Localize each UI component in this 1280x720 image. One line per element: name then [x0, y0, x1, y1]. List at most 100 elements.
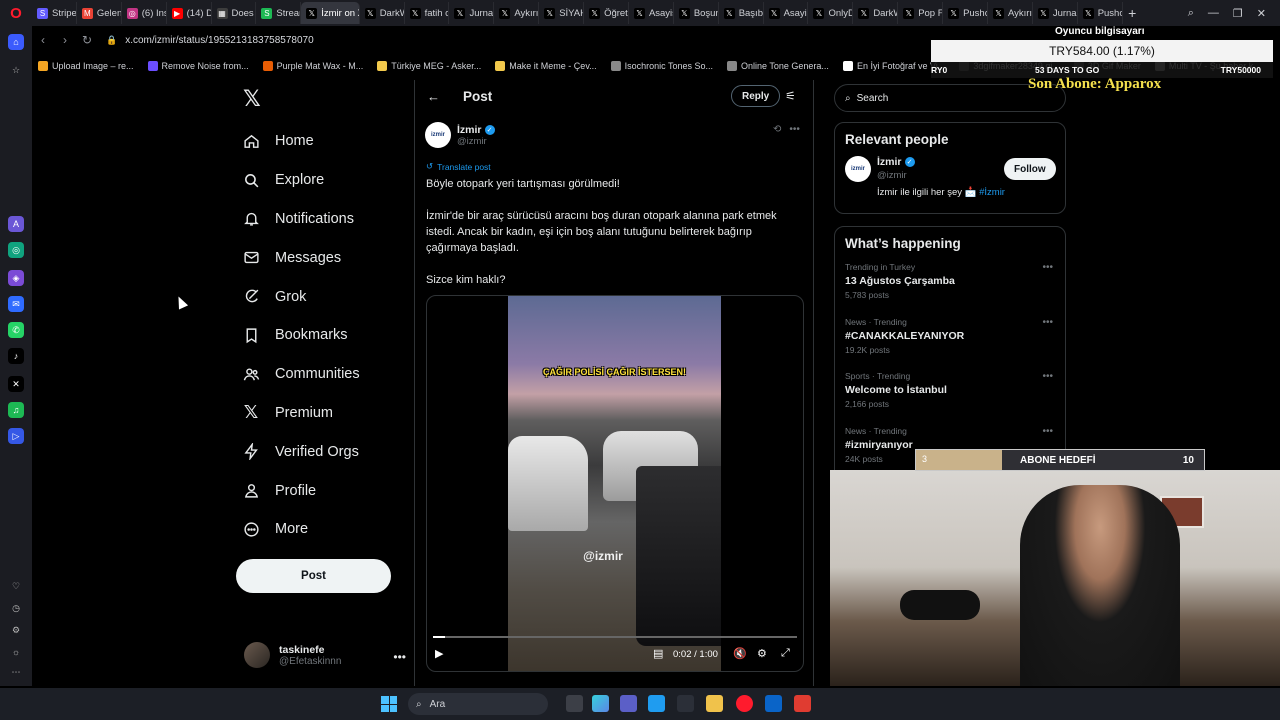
back-icon[interactable]: ‹	[32, 33, 54, 47]
heart-icon[interactable]: ♡	[8, 578, 24, 594]
browser-tab[interactable]: ◎ (6) Ins	[122, 2, 167, 24]
bookmark-item[interactable]: Remove Noise from...	[142, 61, 255, 71]
edge-icon[interactable]	[648, 695, 665, 712]
home-icon[interactable]: ⌂	[8, 34, 24, 50]
browser-tab[interactable]: ▶ (14) D	[167, 2, 212, 24]
file-explorer-icon[interactable]	[706, 695, 723, 712]
star-icon[interactable]: ☆	[8, 62, 24, 78]
post-author[interactable]: izmir İzmir ✓ @izmir	[425, 122, 495, 148]
wps-icon[interactable]	[794, 695, 811, 712]
search-input[interactable]	[856, 92, 1047, 104]
browser-tab[interactable]: S Stripe	[32, 2, 77, 24]
more-dots-icon[interactable]: •••	[1042, 262, 1053, 273]
search-tabs-icon[interactable]: ⌕	[1188, 7, 1194, 20]
nav-item-verified-orgs[interactable]: Verified Orgs	[238, 432, 360, 471]
x-logo-icon[interactable]: 𝕏	[243, 86, 261, 112]
reload-icon[interactable]: ↻	[76, 33, 98, 47]
messenger-icon[interactable]: ✉	[8, 296, 24, 312]
nav-item-messages[interactable]: Messages	[238, 238, 360, 277]
chatgpt-icon[interactable]: ◎	[8, 242, 24, 258]
browser-tab[interactable]: ▦ Does	[212, 2, 257, 24]
nav-item-explore[interactable]: Explore	[238, 161, 360, 200]
spotify-icon[interactable]: ♫	[8, 402, 24, 418]
more-dots-icon[interactable]: •••	[393, 650, 406, 664]
nav-item-profile[interactable]: Profile	[238, 471, 360, 510]
browser-tab[interactable]: 𝕏 Öğret	[584, 2, 629, 24]
close-icon[interactable]: ✕	[1257, 7, 1266, 20]
browser-tab[interactable]: SStrean	[256, 2, 302, 24]
hashtag-link[interactable]: #İzmir	[979, 187, 1005, 198]
settings-icon[interactable]: ⚙	[757, 647, 767, 660]
reply-button[interactable]: Reply	[731, 85, 781, 107]
browser-tab[interactable]: 𝕏 Pushc	[1078, 2, 1123, 24]
tune-icon[interactable]: ⚟	[785, 89, 796, 103]
mute-icon[interactable]: 🔇	[733, 647, 747, 660]
browser-tab[interactable]: 𝕏 Jurnal	[449, 2, 495, 24]
opera-logo-icon[interactable]: O	[0, 0, 32, 26]
forward-icon[interactable]: ›	[54, 33, 76, 47]
follow-button[interactable]: Follow	[1004, 158, 1056, 180]
store-icon[interactable]	[677, 695, 694, 712]
maximize-icon[interactable]: ❐	[1233, 7, 1243, 20]
browser-tab[interactable]: M Gelen	[77, 2, 122, 24]
copilot-icon[interactable]	[592, 695, 609, 712]
browser-tab[interactable]: 𝕏DarkW	[853, 2, 899, 24]
player-icon[interactable]: ▷	[8, 428, 24, 444]
url-field[interactable]: 🔒 x.com/izmir/status/1955213183758578070	[106, 35, 314, 46]
post-video[interactable]: ÇAĞIR POLİSİ ÇAĞIR İSTERSEN! @izmir ▶ ▤ …	[426, 295, 804, 672]
browser-tab[interactable]: 𝕏Asayiş	[764, 2, 809, 24]
bookmark-item[interactable]: Purple Mat Wax - M...	[257, 61, 370, 71]
nav-item-grok[interactable]: Grok	[238, 277, 360, 316]
more-dots-icon[interactable]: •••	[789, 124, 800, 135]
more-dots-icon[interactable]: •••	[1042, 371, 1053, 382]
browser-tab[interactable]: 𝕏fatih c	[405, 2, 450, 24]
teams-icon[interactable]	[620, 695, 637, 712]
bookmark-item[interactable]: Türkiye MEG - Asker...	[371, 61, 487, 71]
windows-start-icon[interactable]	[381, 696, 397, 712]
x-icon[interactable]: ✕	[8, 376, 24, 392]
outlook-icon[interactable]	[765, 695, 782, 712]
post-button[interactable]: Post	[236, 559, 391, 593]
bookmark-item[interactable]: Upload Image – re...	[32, 61, 140, 71]
browser-tab[interactable]: 𝕏 Aykırı	[988, 2, 1033, 24]
browser-tab[interactable]: 𝕏 Aykırı	[494, 2, 540, 24]
browser-tab[interactable]: 𝕏İzmir on X:	[301, 2, 360, 24]
back-arrow-icon[interactable]: ←	[427, 89, 440, 104]
trend-item[interactable]: News · Trending #CANAKKALEYANIYOR 19.2K po…	[835, 315, 1065, 370]
task-view-icon[interactable]	[566, 695, 583, 712]
grok-explain-icon[interactable]: ⟲	[773, 124, 781, 135]
fullscreen-icon[interactable]: ⤢	[781, 647, 790, 660]
taskbar-search[interactable]: ⌕ Ara	[408, 693, 548, 715]
browser-tab[interactable]: 𝕏DarkW	[360, 2, 405, 24]
settings-icon[interactable]: ⚙	[8, 622, 24, 638]
trend-item[interactable]: Trending in Turkey 13 Ağustos Çarşamba 5,7…	[835, 260, 1065, 315]
new-tab-button[interactable]: +	[1123, 5, 1142, 21]
more-dots-icon[interactable]: •••	[1042, 317, 1053, 328]
browser-tab[interactable]: 𝕏 Jurnal	[1033, 2, 1078, 24]
bookmark-item[interactable]: Make it Meme - Çev...	[489, 61, 602, 71]
lightbulb-icon[interactable]: ☼	[8, 644, 24, 660]
nav-item-communities[interactable]: Communities	[238, 355, 360, 394]
opera-icon[interactable]	[736, 695, 753, 712]
nav-item-home[interactable]: Home	[238, 122, 360, 161]
nav-item-more[interactable]: More	[238, 510, 360, 549]
nav-item-notifications[interactable]: Notifications	[238, 200, 360, 239]
browser-tab[interactable]: 𝕏 Pushc	[943, 2, 988, 24]
trend-item[interactable]: Sports · Trending Welcome to İstanbul 2,16…	[835, 369, 1065, 424]
bookmark-item[interactable]: Isochronic Tones So...	[605, 61, 719, 71]
extension-icon[interactable]: ◈	[8, 270, 24, 286]
captions-icon[interactable]: ▤	[653, 647, 663, 660]
more-icon[interactable]: ⋯	[8, 664, 24, 680]
history-icon[interactable]: ◷	[8, 600, 24, 616]
bookmark-item[interactable]: Online Tone Genera...	[721, 61, 835, 71]
nav-item-premium[interactable]: 𝕏 Premium	[238, 394, 360, 433]
browser-tab[interactable]: 𝕏 Pop F	[898, 2, 944, 24]
account-switcher[interactable]: taskinefe @Efetaskinnn •••	[244, 642, 406, 668]
browser-tab[interactable]: 𝕏SİYAH	[539, 2, 585, 24]
play-icon[interactable]: ▶	[435, 647, 443, 660]
browser-tab[interactable]: 𝕏Asayiş	[629, 2, 674, 24]
relevant-person[interactable]: izmir İzmir ✓ @izmir İzmir ile ilgili he…	[835, 156, 1065, 210]
video-progress-bar[interactable]	[433, 636, 797, 638]
browser-tab[interactable]: 𝕏 OnlyD	[808, 2, 854, 24]
video-frame[interactable]: ÇAĞIR POLİSİ ÇAĞIR İSTERSEN! @izmir	[508, 296, 721, 671]
